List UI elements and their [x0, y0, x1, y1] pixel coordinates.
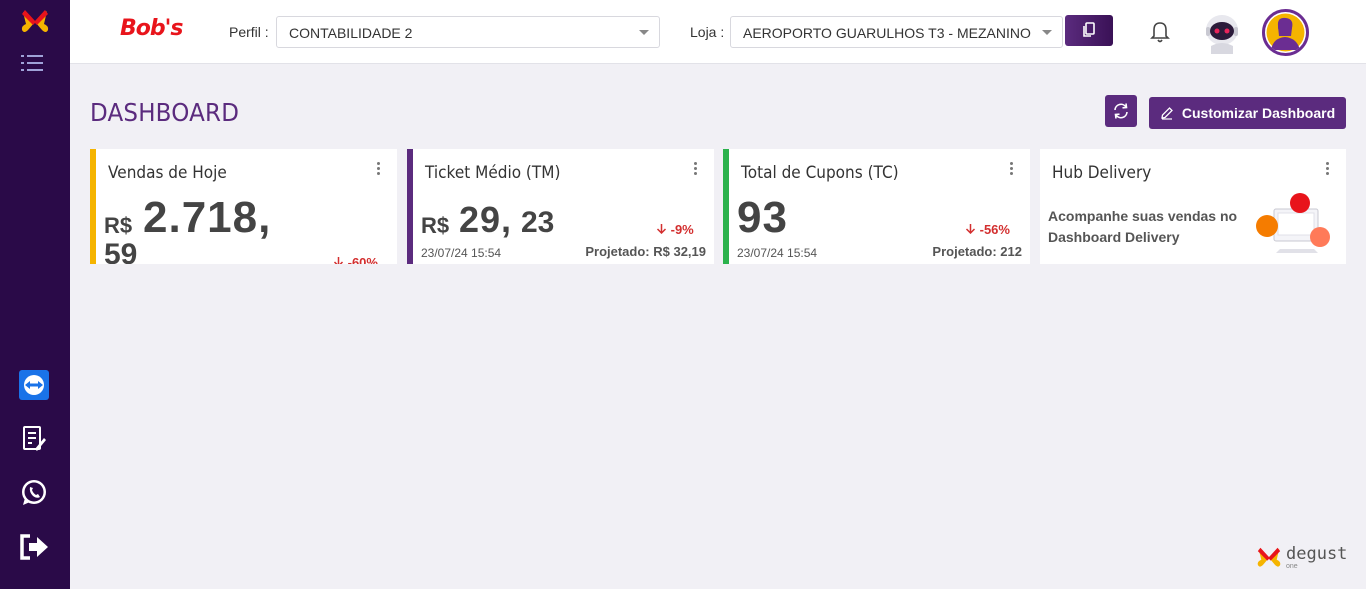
perfil-value: CONTABILIDADE 2 — [289, 25, 413, 41]
loja-value: AEROPORTO GUARULHOS T3 - MEZANINO — [743, 25, 1031, 41]
kebab-icon[interactable] — [1326, 162, 1330, 176]
hub-delivery-description: Acompanhe suas vendas no Dashboard Deliv… — [1048, 208, 1238, 245]
card-hub-delivery[interactable]: Hub Delivery Acompanhe suas vendas no Da… — [1040, 149, 1346, 264]
arrow-down-icon — [333, 257, 344, 264]
degust-logo: degust one — [1256, 544, 1348, 572]
chevron-down-icon — [639, 30, 649, 35]
card-title: Ticket Médio (TM) — [425, 163, 561, 183]
perfil-label: Perfil : — [229, 24, 269, 40]
degust-sub: one — [1286, 563, 1298, 570]
copy-button[interactable] — [1065, 15, 1113, 46]
teamviewer-icon[interactable] — [18, 369, 50, 401]
projected-value: Projetado: R$ 32,19 — [585, 244, 706, 259]
top-header: Bob's Perfil : CONTABILIDADE 2 Loja : AE… — [70, 0, 1366, 64]
card-title: Hub Delivery — [1052, 163, 1152, 183]
ticket-value: 29, — [459, 199, 513, 240]
change-value: -56% — [979, 222, 1010, 237]
updated-timestamp: 23/07/24 15:54 — [421, 246, 502, 260]
user-icon — [1266, 13, 1305, 52]
change-indicator: -56% — [965, 222, 1010, 237]
card-accent-bar — [723, 149, 729, 264]
user-avatar[interactable] — [1262, 9, 1309, 56]
copy-icon — [1083, 22, 1095, 37]
sidebar — [0, 0, 70, 589]
sales-value: 2.718, — [143, 193, 272, 242]
chevron-down-icon — [1042, 30, 1052, 35]
kebab-icon[interactable] — [1010, 162, 1014, 176]
sales-value-decimals: 59 — [104, 238, 138, 264]
menu-icon[interactable] — [21, 54, 43, 72]
kebab-icon[interactable] — [377, 162, 381, 176]
card-total-cupons[interactable]: Total de Cupons (TC) 93 -56% 23/07/24 15… — [723, 149, 1030, 264]
robot-assistant-icon[interactable] — [1201, 10, 1243, 54]
kebab-icon[interactable] — [694, 162, 698, 176]
updated-timestamp: 23/07/24 15:54 — [737, 246, 818, 260]
coupons-value: 93 — [737, 193, 788, 242]
refresh-icon — [1114, 103, 1128, 119]
refresh-button[interactable] — [1105, 95, 1137, 127]
pencil-icon — [1161, 107, 1173, 120]
logout-icon[interactable] — [18, 531, 50, 563]
card-title: Vendas de Hoje — [108, 163, 227, 183]
page-title: DASHBOARD — [90, 98, 240, 127]
degust-wordmark: degust — [1286, 544, 1348, 564]
app-logo-icon[interactable] — [20, 8, 50, 36]
loja-label: Loja : — [690, 24, 725, 40]
perfil-select[interactable]: CONTABILIDADE 2 — [276, 16, 660, 48]
arrow-down-icon — [656, 224, 667, 235]
brand-logo[interactable]: Bob's — [120, 16, 183, 41]
customize-dashboard-label: Customizar Dashboard — [1181, 105, 1336, 121]
card-ticket-medio[interactable]: Ticket Médio (TM) R$ 29, 23 -9% 23/07/24… — [407, 149, 714, 264]
whatsapp-icon[interactable] — [18, 477, 50, 509]
change-indicator: -9% — [656, 222, 694, 237]
card-accent-bar — [90, 149, 96, 264]
degust-logo-icon — [1257, 547, 1281, 567]
currency-symbol: R$ — [421, 213, 450, 238]
report-icon[interactable] — [18, 423, 50, 455]
change-indicator: -60% — [333, 255, 378, 264]
ticket-value-decimals: 23 — [521, 206, 555, 239]
currency-symbol: R$ — [104, 213, 133, 238]
delivery-illustration-icon — [1256, 193, 1330, 253]
change-value: -60% — [347, 255, 378, 264]
card-accent-bar — [407, 149, 413, 264]
card-vendas-hoje[interactable]: Vendas de Hoje R$ 2.718, 59 -60% — [90, 149, 397, 264]
bell-icon[interactable] — [1149, 20, 1171, 44]
customize-dashboard-button[interactable]: Customizar Dashboard — [1149, 97, 1346, 129]
loja-select[interactable]: AEROPORTO GUARULHOS T3 - MEZANINO — [730, 16, 1063, 48]
projected-value: Projetado: 212 — [932, 244, 1022, 259]
change-value: -9% — [670, 222, 694, 237]
arrow-down-icon — [965, 224, 976, 235]
card-title: Total de Cupons (TC) — [741, 163, 899, 183]
